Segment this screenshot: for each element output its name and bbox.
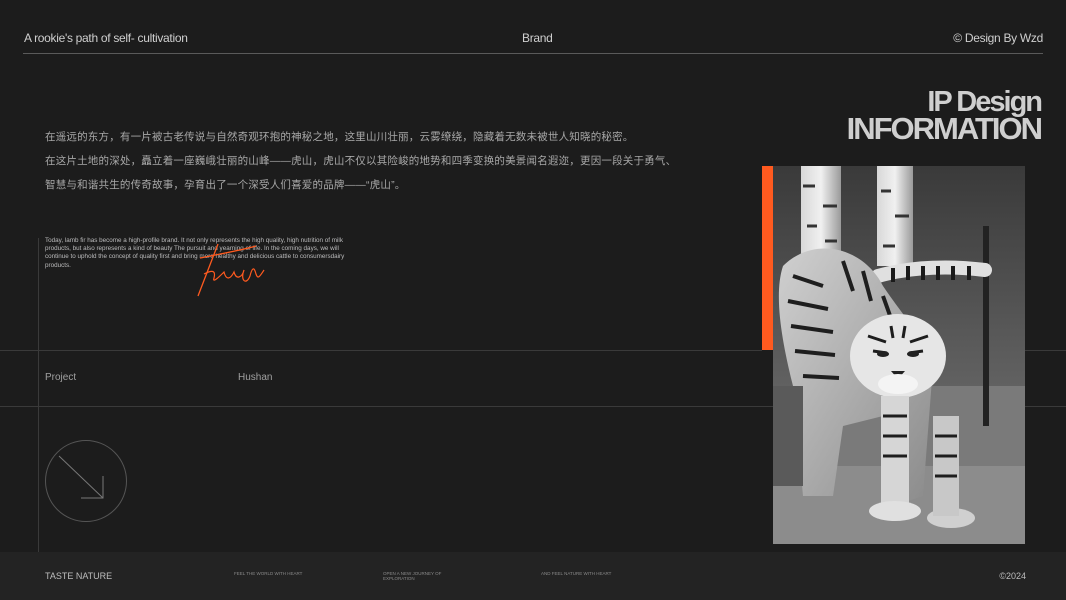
footer-tag-3: AND FEEL NATURE WITH HEART (541, 571, 612, 576)
tiger-photo (773, 166, 1025, 544)
footer-tag-1: FEEL THE WORLD WITH HEART (234, 571, 303, 576)
accent-bar (762, 166, 773, 350)
intro-cn-line-1: 在遥远的东方，有一片被古老传说与自然奇观环抱的神秘之地，这里山川壮丽，云雾缭绕，… (45, 131, 634, 143)
project-row-bottom-line (0, 406, 773, 407)
footer-brand: TASTE NATURE (45, 571, 113, 581)
project-row-top-line-right (1025, 350, 1066, 351)
footer-tag-2: OPEN A NEW JOURNEY OF EXPLORATION (383, 571, 442, 581)
intro-cn-line-3: 智慧与和谐共生的传奇故事，孕育出了一个深受人们喜爱的品牌——“虎山”。 (45, 179, 406, 191)
header-left-text: A rookie's path of self- cultivation (24, 31, 188, 45)
project-row-top-line (0, 350, 762, 351)
intro-cn-line-2: 在这片土地的深处，矗立着一座巍峨壮丽的山峰——虎山，虎山不仅以其险峻的地势和四季… (45, 155, 677, 167)
footer-year: ©2024 (999, 571, 1026, 581)
left-guide-line (38, 238, 39, 552)
arrow-down-right-icon[interactable] (45, 440, 127, 522)
title-line-2: INFORMATION (846, 111, 1043, 146)
header-center-text: Brand (522, 31, 553, 45)
header-divider (23, 53, 1043, 54)
header-right-text: © Design By Wzd (953, 31, 1043, 45)
project-value: Hushan (238, 372, 273, 383)
footer: TASTE NATURE FEEL THE WORLD WITH HEART O… (0, 552, 1066, 600)
fresh-signature (190, 240, 270, 300)
project-label: Project (45, 372, 77, 383)
project-row-bottom-line-right (1025, 406, 1066, 407)
